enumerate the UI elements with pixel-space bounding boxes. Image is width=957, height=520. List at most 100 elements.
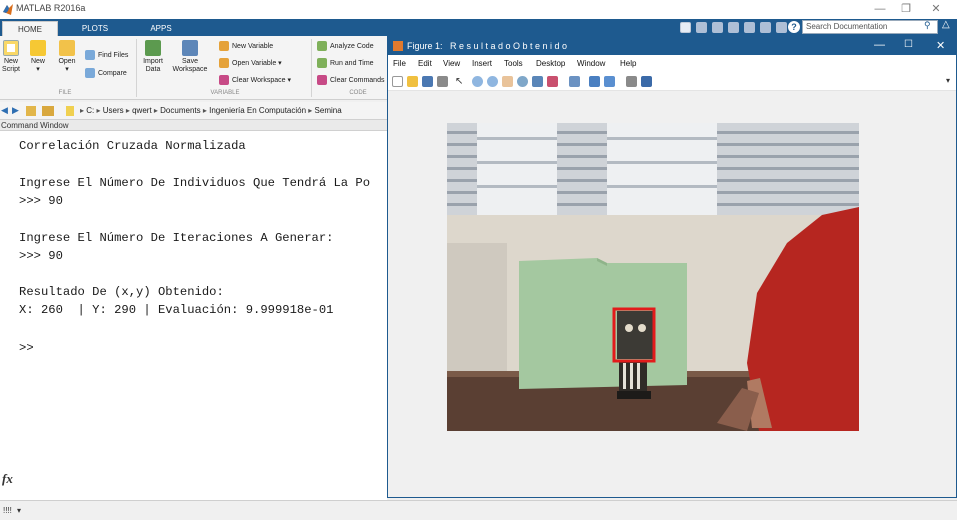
tab-apps[interactable]: APPS <box>130 21 192 36</box>
breadcrumb-item[interactable]: qwert <box>132 106 152 115</box>
close-icon[interactable]: ✕ <box>928 1 944 17</box>
browse-folder-icon[interactable] <box>42 106 54 116</box>
new-button[interactable]: New ▾ <box>27 40 49 74</box>
divider <box>311 39 312 97</box>
minimize-icon[interactable]: — <box>872 1 888 17</box>
tab-home[interactable]: HOME <box>2 21 58 36</box>
menu-file[interactable]: File <box>393 59 406 68</box>
up-folder-icon[interactable] <box>26 106 36 116</box>
quick-access-toolbar <box>680 19 792 36</box>
result-image <box>447 123 859 431</box>
menu-view[interactable]: View <box>443 59 460 68</box>
new-script-label: New <box>3 58 18 65</box>
open-button[interactable]: Open ▾ <box>55 40 79 74</box>
breadcrumb-item[interactable]: Ingeniería En Computación <box>209 106 306 115</box>
find-files-button[interactable]: Find Files <box>85 50 128 60</box>
new-variable-button[interactable]: New Variable <box>219 41 273 51</box>
run-and-time-button[interactable]: Run and Time <box>317 58 374 68</box>
hide-plot-tools-icon[interactable] <box>626 76 637 87</box>
legend-icon[interactable] <box>604 76 615 87</box>
figure-window: Figure 1: R e s u l t a d o O b t e n i … <box>387 36 957 498</box>
menu-insert[interactable]: Insert <box>472 59 492 68</box>
new-plus-icon <box>30 40 46 56</box>
open-variable-button[interactable]: Open Variable ▾ <box>219 58 282 68</box>
new-figure-icon[interactable] <box>392 76 403 87</box>
rotate-icon[interactable] <box>517 76 528 87</box>
menu-window[interactable]: Window <box>577 59 605 68</box>
restore-icon[interactable]: ❐ <box>898 1 914 17</box>
brush-icon[interactable] <box>547 76 558 87</box>
app-title: MATLAB R2016a <box>16 3 86 13</box>
save-icon[interactable] <box>696 22 707 33</box>
link-icon[interactable] <box>569 76 580 87</box>
breadcrumb-item[interactable]: Semina <box>315 106 342 115</box>
colorbar-icon[interactable] <box>589 76 600 87</box>
toolbar-overflow-icon[interactable]: ▾ <box>946 76 950 85</box>
code-section-label: CODE <box>349 90 367 96</box>
data-cursor-icon[interactable] <box>532 76 543 87</box>
redo-icon[interactable] <box>776 22 787 33</box>
save-workspace-button[interactable]: Save Workspace <box>170 40 210 74</box>
folder-icon <box>66 106 74 116</box>
breadcrumb-item[interactable]: Documents <box>160 106 200 115</box>
zoom-out-icon[interactable] <box>487 76 498 87</box>
menu-edit[interactable]: Edit <box>418 59 432 68</box>
close-icon[interactable]: ✕ <box>936 39 945 52</box>
dropdown-arrow-icon: ▾ <box>65 66 69 73</box>
pan-icon[interactable] <box>502 76 513 87</box>
paste-icon[interactable] <box>744 22 755 33</box>
clear-workspace-button[interactable]: Clear Workspace ▾ <box>219 75 291 85</box>
file-section-label: FILE <box>58 90 72 96</box>
new-script-label-2: Script <box>2 66 20 73</box>
zoom-in-icon[interactable] <box>472 76 483 87</box>
output-line: >>> 90 <box>19 249 63 263</box>
open-label: Open <box>58 58 76 65</box>
undo-icon[interactable] <box>760 22 771 33</box>
command-prompt[interactable]: >> <box>19 341 34 355</box>
edit-plot-icon[interactable]: ↖ <box>455 76 463 87</box>
copy-icon[interactable] <box>728 22 739 33</box>
import-data-button[interactable]: Import Data <box>140 40 166 74</box>
new-script-button[interactable]: New Script <box>0 40 22 74</box>
cut-icon[interactable] <box>712 22 723 33</box>
clear-commands-button[interactable]: Clear Commands <box>317 75 387 85</box>
menu-help[interactable]: Help <box>620 59 636 68</box>
menu-tools[interactable]: Tools <box>504 59 523 68</box>
breadcrumb-item[interactable]: Users <box>103 106 124 115</box>
print-icon[interactable] <box>437 76 448 87</box>
forward-icon[interactable]: ▶ <box>12 105 19 116</box>
search-icon[interactable]: ⚲ <box>924 20 931 31</box>
output-line: X: 260 | Y: 290 | Evaluación: 9.999918e-… <box>19 303 334 317</box>
figure-title-bar: Figure 1: R e s u l t a d o O b t e n i … <box>388 37 956 55</box>
figure-canvas[interactable] <box>388 91 956 497</box>
menu-desktop[interactable]: Desktop <box>536 59 565 68</box>
output-line: Ingrese El Número De Individuos Que Tend… <box>19 176 371 190</box>
maximize-icon[interactable]: ☐ <box>904 39 913 50</box>
status-dropdown-icon[interactable]: ▾ <box>17 506 21 515</box>
show-plot-tools-icon[interactable] <box>641 76 652 87</box>
back-icon[interactable]: ◀ <box>1 105 8 116</box>
compare-button[interactable]: Compare <box>85 68 127 78</box>
find-files-icon <box>85 50 95 60</box>
open-folder-icon <box>59 40 75 56</box>
collapse-ribbon-icon[interactable]: △ <box>942 19 950 30</box>
documentation-search-input[interactable]: Search Documentation <box>802 20 938 34</box>
output-line: Correlación Cruzada Normalizada <box>19 139 246 153</box>
breadcrumb-item[interactable]: C: <box>86 106 94 115</box>
dropdown-arrow-icon: ▾ <box>36 66 40 73</box>
command-window[interactable]: Correlación Cruzada Normalizada Ingrese … <box>0 131 387 500</box>
clear-commands-icon <box>317 75 327 85</box>
variable-section-label: VARIABLE <box>210 90 240 96</box>
import-icon <box>145 40 161 56</box>
open-file-icon[interactable] <box>407 76 418 87</box>
run-and-time-icon <box>317 58 327 68</box>
function-browser-icon[interactable]: fx <box>2 471 13 487</box>
tab-plots[interactable]: PLOTS <box>64 21 126 36</box>
layout-icon[interactable] <box>680 22 691 33</box>
clear-workspace-icon <box>219 75 229 85</box>
minimize-icon[interactable]: — <box>874 39 885 51</box>
figure-toolbar: ↖ ▾ <box>388 73 956 91</box>
save-figure-icon[interactable] <box>422 76 433 87</box>
analyze-code-button[interactable]: Analyze Code <box>317 41 374 51</box>
help-icon[interactable]: ? <box>788 21 800 33</box>
